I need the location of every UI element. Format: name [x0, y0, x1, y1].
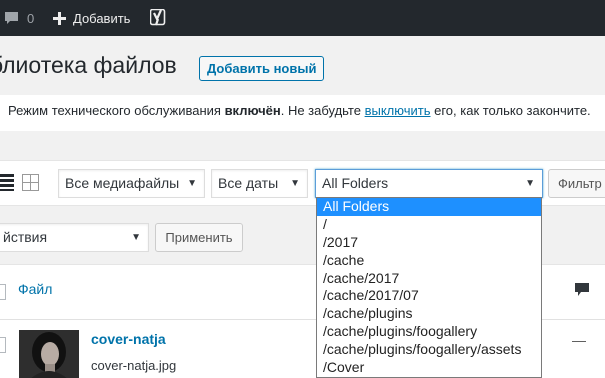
- dropdown-arrow-icon: ▼: [187, 178, 197, 189]
- list-view-icon[interactable]: [0, 173, 14, 191]
- folder-option[interactable]: /2017: [317, 234, 541, 252]
- comments-menu[interactable]: 0: [4, 0, 34, 36]
- new-content-label: Добавить: [73, 10, 131, 26]
- media-filename: cover-natja.jpg: [91, 358, 177, 373]
- folder-option[interactable]: /cache/2017/07: [317, 287, 541, 305]
- page-title: блиотека файлов: [0, 52, 177, 78]
- dates-value: Все даты: [218, 175, 279, 191]
- add-new-button[interactable]: Добавить новый: [199, 56, 325, 81]
- folder-option[interactable]: /cache/plugins/foogallery/assets: [317, 341, 541, 359]
- apply-button[interactable]: Применить: [155, 223, 243, 252]
- new-content-menu[interactable]: Добавить: [53, 0, 130, 36]
- media-type-select[interactable]: Все медиафайлы ▼: [58, 169, 205, 198]
- notice-text-before: Режим технического обслуживания: [8, 103, 225, 118]
- dropdown-arrow-icon: ▼: [290, 178, 300, 189]
- yoast-seo-icon[interactable]: [150, 9, 167, 27]
- media-title-link[interactable]: cover-natja: [91, 331, 166, 347]
- dropdown-arrow-icon: ▼: [131, 232, 141, 243]
- disable-maintenance-link[interactable]: выключить: [365, 103, 431, 118]
- media-type-value: Все медиафайлы: [65, 175, 180, 191]
- folder-option[interactable]: /: [317, 216, 541, 234]
- filter-button[interactable]: Фильтр: [548, 169, 605, 198]
- folder-option[interactable]: /cache/2017: [317, 270, 541, 288]
- comment-column-icon[interactable]: [575, 283, 589, 297]
- column-file-header[interactable]: Файл: [18, 281, 52, 297]
- portrait-thumbnail-image: [19, 330, 79, 378]
- comments-count: 0: [27, 10, 35, 26]
- folder-option[interactable]: /cache/plugins: [317, 305, 541, 323]
- bulk-actions-value: йствия: [3, 229, 48, 245]
- grid-view-icon[interactable]: [22, 174, 39, 191]
- folder-option[interactable]: /Cover: [317, 359, 541, 377]
- select-all-checkbox[interactable]: [0, 284, 6, 300]
- media-thumbnail[interactable]: [19, 330, 79, 378]
- folder-option[interactable]: All Folders: [317, 198, 541, 216]
- maintenance-notice: Режим технического обслуживания включён.…: [0, 95, 605, 131]
- comment-bubble-icon: [5, 12, 18, 24]
- row-checkbox[interactable]: [0, 337, 6, 353]
- bulk-actions-select[interactable]: йствия ▼: [0, 223, 149, 252]
- notice-bold-text: включён: [224, 103, 281, 118]
- media-comments-count: —: [572, 332, 586, 348]
- folders-dropdown-list: All Folders / /2017 /cache /cache/2017 /…: [316, 197, 542, 378]
- folder-option[interactable]: /cache: [317, 252, 541, 270]
- dates-select[interactable]: Все даты ▼: [211, 169, 308, 198]
- plus-icon: [53, 11, 66, 25]
- admin-bar: 0 Добавить: [0, 0, 605, 36]
- folders-value: All Folders: [322, 175, 389, 191]
- notice-text-middle: . Не забудьте: [280, 103, 365, 118]
- folder-option[interactable]: /cache/plugins/foogallery: [317, 323, 541, 341]
- dropdown-arrow-icon: ▼: [525, 178, 535, 189]
- notice-text-after: его, как только закончите.: [430, 103, 591, 118]
- folders-select[interactable]: All Folders ▼: [315, 169, 543, 198]
